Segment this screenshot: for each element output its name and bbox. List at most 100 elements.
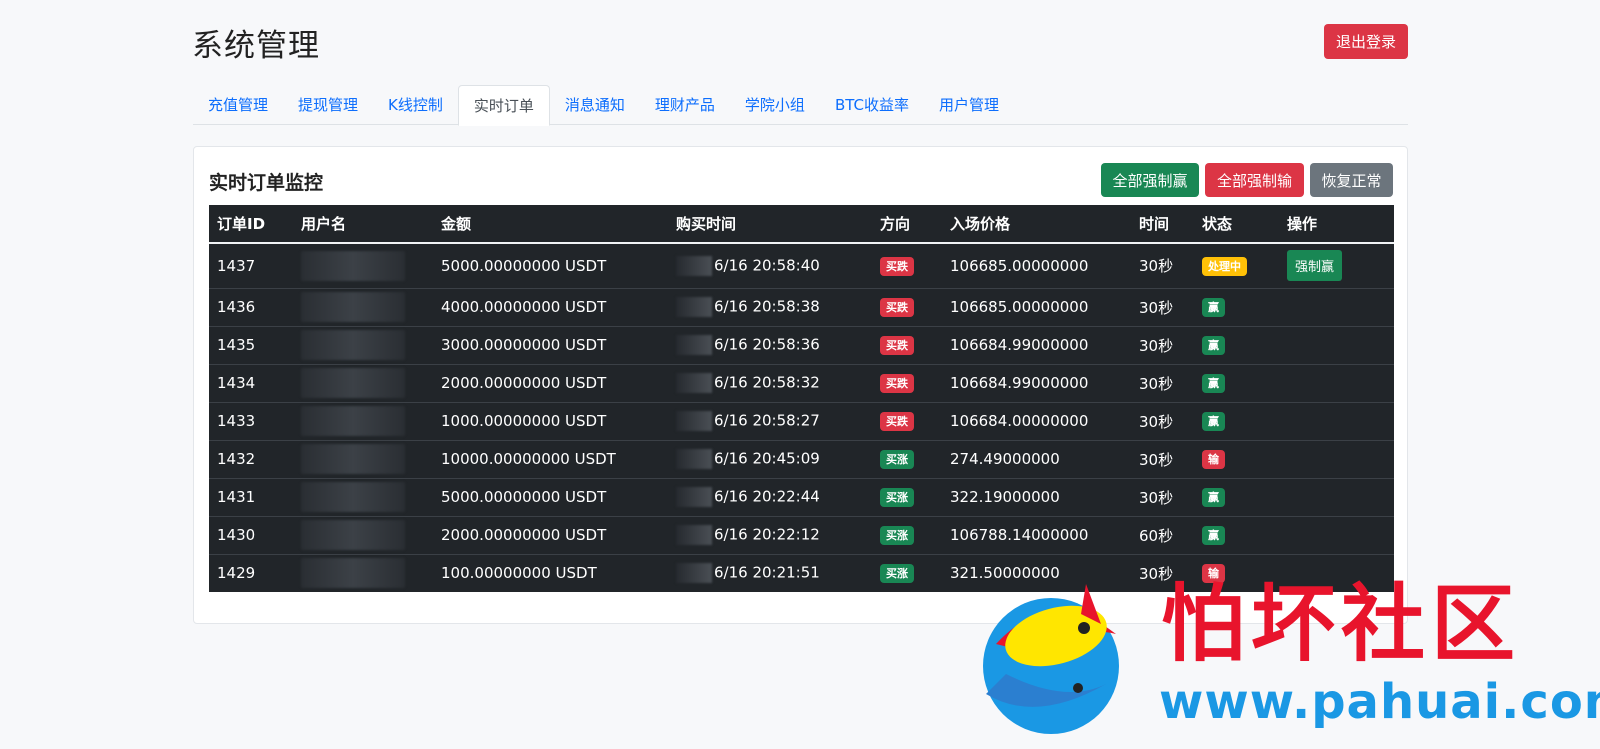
status-cell: 处理中 <box>1194 243 1279 288</box>
status-badge: 赢 <box>1202 336 1225 355</box>
entry-price: 106685.00000000 <box>950 256 1089 275</box>
username-redacted <box>293 439 433 478</box>
status-badge: 赢 <box>1202 488 1225 507</box>
column-header: 方向 <box>872 205 942 244</box>
entry-price: 106684.99000000 <box>942 325 1131 364</box>
direction-cell: 买涨 <box>872 553 942 592</box>
action-cell: 强制赢 <box>1279 243 1394 288</box>
order-amount: 4000.00000000 USDT <box>433 287 668 326</box>
order-amount: 5000.00000000 USDT <box>433 477 668 516</box>
redacted-block <box>676 449 712 469</box>
direction-badge: 买跌 <box>880 412 914 431</box>
tab-btc-yield[interactable]: BTC收益率 <box>820 85 924 125</box>
status-cell: 赢 <box>1194 363 1279 402</box>
action-cell <box>1279 477 1394 516</box>
status-cell: 输 <box>1194 439 1279 478</box>
order-amount: 2000.00000000 USDT <box>433 515 668 554</box>
entry-price: 106788.14000000 <box>942 515 1131 554</box>
table-row: 1437 5000.00000000 USDT 6/16 20:58:40 买跌 106… <box>209 243 1394 288</box>
status-badge: 赢 <box>1202 298 1225 317</box>
purchase-time: 6/16 20:45:09 <box>668 439 872 478</box>
status-badge: 输 <box>1202 450 1225 469</box>
force-win-all-button[interactable]: 全部强制赢 <box>1101 163 1199 197</box>
redacted-block <box>676 487 712 507</box>
tab-recharge[interactable]: 充值管理 <box>193 85 283 125</box>
direction-cell: 买跌 <box>872 287 942 326</box>
restore-normal-button[interactable]: 恢复正常 <box>1310 163 1393 197</box>
action-cell <box>1279 401 1394 440</box>
purchase-time-text: 6/16 20:21:51 <box>714 563 820 582</box>
column-header: 时间 <box>1131 205 1194 244</box>
order-amount: 100.00000000 USDT <box>433 553 668 592</box>
order-id: 1435 <box>209 325 293 364</box>
column-header: 操作 <box>1279 205 1394 244</box>
redacted-block <box>301 482 405 512</box>
watermark: 怕坏社区 www.pahuai.com <box>966 574 1600 744</box>
orders-body: 1437 5000.00000000 USDT 6/16 20:58:40 买跌 106… <box>209 243 1394 592</box>
direction-badge: 买跌 <box>880 256 914 276</box>
direction-cell: 买跌 <box>872 401 942 440</box>
logout-button[interactable]: 退出登录 <box>1324 24 1408 59</box>
status-badge: 赢 <box>1202 374 1225 393</box>
tab-kline[interactable]: K线控制 <box>373 85 458 125</box>
force-lose-all-button[interactable]: 全部强制输 <box>1205 163 1304 197</box>
order-id: 1436 <box>209 287 293 326</box>
redacted-block <box>676 411 712 431</box>
purchase-time: 6/16 20:58:27 <box>668 401 872 440</box>
column-header: 状态 <box>1194 205 1279 244</box>
username-redacted <box>293 401 433 440</box>
action-cell <box>1279 439 1394 478</box>
watermark-title: 怕坏社区 <box>1161 574 1522 673</box>
username-redacted <box>293 325 433 364</box>
direction-badge: 买跌 <box>880 298 914 317</box>
column-header: 入场价格 <box>942 205 1131 244</box>
purchase-time-text: 6/16 20:22:12 <box>714 525 820 544</box>
table-header-row: 订单ID 用户名 金额 购买时间 方向 入场价格 时间 状态 操作 <box>209 205 1394 244</box>
tab-academy[interactable]: 学院小组 <box>730 85 820 125</box>
force-win-button[interactable]: 强制赢 <box>1287 250 1343 282</box>
table-row: 1431 5000.00000000 USDT 6/16 20:22:44 买涨 322… <box>209 477 1394 516</box>
entry-price: 274.49000000 <box>942 439 1131 478</box>
redacted-block <box>676 373 712 393</box>
tab-withdraw[interactable]: 提现管理 <box>283 85 373 125</box>
table-row: 1433 1000.00000000 USDT 6/16 20:58:27 买跌 106… <box>209 401 1394 440</box>
tab-bar: 充值管理 提现管理 K线控制 实时订单 消息通知 理财产品 学院小组 BTC收益… <box>193 85 1408 126</box>
action-cell <box>1279 363 1394 402</box>
purchase-time-text: 6/16 20:58:36 <box>714 335 820 354</box>
tab-products[interactable]: 理财产品 <box>640 85 730 125</box>
column-header: 购买时间 <box>668 205 872 244</box>
duration: 30秒 <box>1131 363 1194 402</box>
direction-badge: 买跌 <box>880 374 914 393</box>
tab-live-orders[interactable]: 实时订单 <box>457 85 550 126</box>
direction-cell: 买涨 <box>872 439 942 478</box>
purchase-time-text: 6/16 20:58:32 <box>714 373 820 392</box>
redacted-block <box>301 250 405 281</box>
tab-users[interactable]: 用户管理 <box>924 85 1014 125</box>
status-cell: 赢 <box>1194 325 1279 364</box>
duration: 30秒 <box>1131 401 1194 440</box>
redacted-block <box>676 255 712 276</box>
username-redacted <box>293 243 433 288</box>
duration: 60秒 <box>1131 515 1194 554</box>
tab-notifications[interactable]: 消息通知 <box>550 85 640 125</box>
status-cell: 赢 <box>1194 515 1279 554</box>
order-id: 1432 <box>209 439 293 478</box>
table-row: 1432 10000.00000000 USDT 6/16 20:45:09 买涨 27… <box>209 439 1394 478</box>
watermark-url: www.pahuai.com <box>1159 674 1600 730</box>
purchase-time-text: 6/16 20:58:38 <box>714 297 820 316</box>
redacted-block <box>301 444 405 474</box>
order-id: 1434 <box>209 363 293 402</box>
purchase-time: 6/16 20:58:38 <box>668 287 872 326</box>
redacted-block <box>676 297 712 317</box>
redacted-block <box>301 368 405 398</box>
order-id: 1437 <box>217 256 256 275</box>
direction-badge: 买涨 <box>880 564 914 584</box>
status-badge: 赢 <box>1202 526 1225 545</box>
redacted-block <box>301 292 405 322</box>
table-row: 1430 2000.00000000 USDT 6/16 20:22:12 买涨 106… <box>209 515 1394 554</box>
direction-badge: 买跌 <box>880 336 914 355</box>
direction-cell: 买涨 <box>872 477 942 516</box>
purchase-time: 6/16 20:22:12 <box>668 515 872 554</box>
purchase-time: 6/16 20:58:32 <box>668 363 872 402</box>
direction-badge: 买涨 <box>880 450 914 469</box>
